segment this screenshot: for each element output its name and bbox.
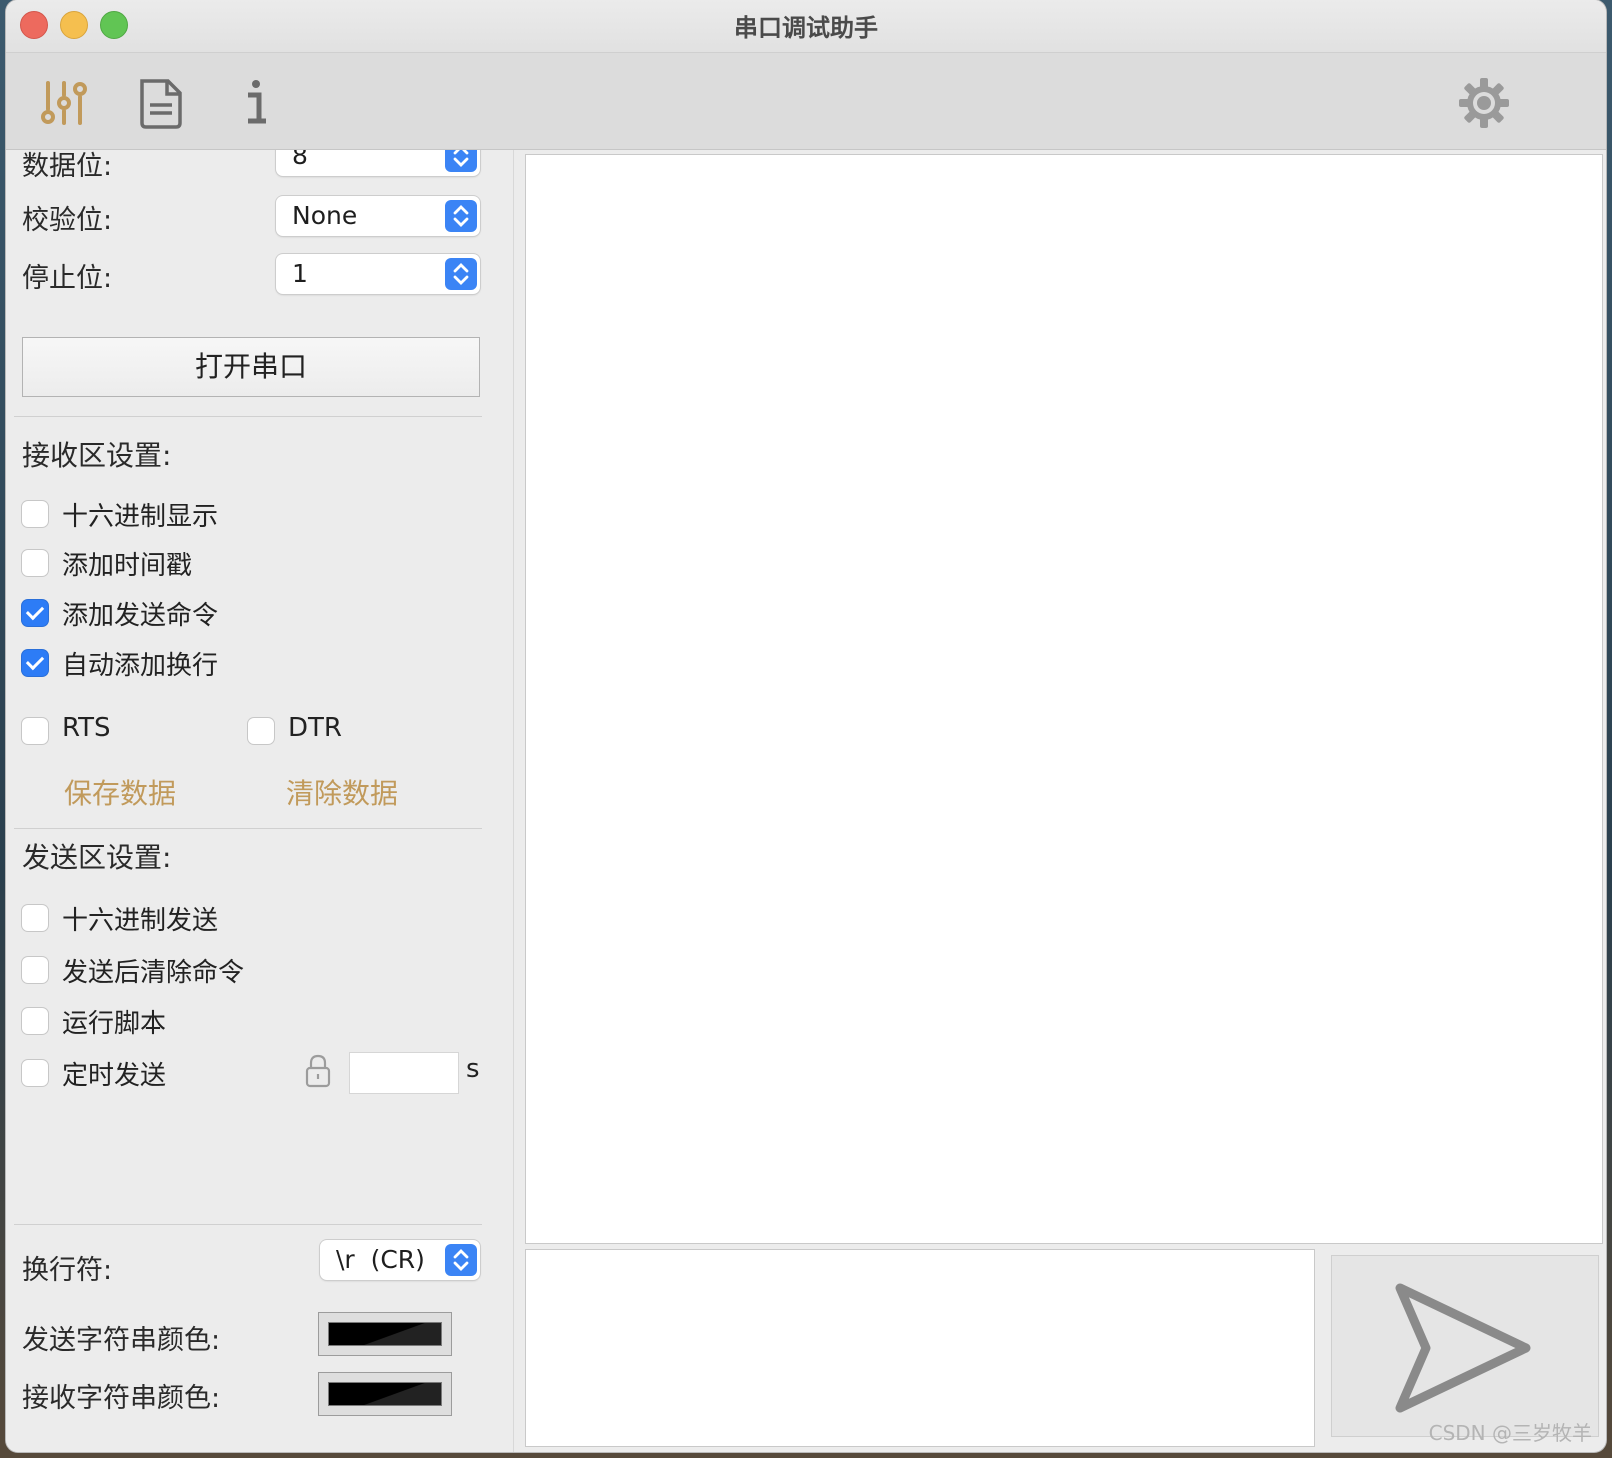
hex-send-checkbox[interactable] bbox=[22, 905, 48, 931]
add-sent-command-label: 添加发送命令 bbox=[62, 601, 219, 631]
stepper-arrows-icon bbox=[445, 200, 477, 232]
clear-after-send-label: 发送后清除命令 bbox=[62, 958, 245, 988]
split-divider[interactable] bbox=[513, 150, 514, 1452]
add-sent-command-checkbox[interactable] bbox=[22, 600, 48, 626]
document-icon[interactable] bbox=[134, 77, 186, 129]
interval-field[interactable] bbox=[350, 1053, 458, 1093]
stepper-arrows-icon bbox=[445, 1244, 477, 1276]
stepper-arrows-icon bbox=[445, 258, 477, 290]
data-bits-label: 数据位: bbox=[22, 151, 113, 182]
auto-newline-checkbox[interactable] bbox=[22, 650, 48, 676]
timestamp-label: 添加时间戳 bbox=[62, 551, 193, 581]
stop-bits-label: 停止位: bbox=[22, 263, 113, 294]
data-bits-value: 8 bbox=[292, 150, 308, 170]
settings-sidebar[interactable]: 数据位: 8 校验位: None 停止位: 1 打开串口 接收区设置: 十六进制… bbox=[6, 150, 518, 1452]
send-color-label: 发送字符串颜色: bbox=[22, 1325, 221, 1356]
clear-data-link[interactable]: 清除数据 bbox=[286, 772, 398, 812]
recv-color-label: 接收字符串颜色: bbox=[22, 1383, 221, 1414]
divider bbox=[14, 1224, 482, 1225]
newline-value: \r (CR) bbox=[336, 1245, 425, 1274]
color-swatch bbox=[328, 1322, 442, 1346]
stop-bits-value: 1 bbox=[292, 259, 308, 288]
parity-select[interactable]: None bbox=[276, 196, 480, 236]
info-icon[interactable] bbox=[230, 77, 282, 129]
hex-display-label: 十六进制显示 bbox=[62, 502, 219, 532]
timed-send-checkbox[interactable] bbox=[22, 1060, 48, 1086]
newline-label: 换行符: bbox=[22, 1255, 113, 1286]
hex-send-label: 十六进制发送 bbox=[62, 906, 219, 936]
timestamp-checkbox[interactable] bbox=[22, 550, 48, 576]
receive-settings-heading: 接收区设置: bbox=[22, 439, 172, 472]
send-arrow-icon bbox=[1395, 1283, 1531, 1413]
recv-color-well[interactable] bbox=[318, 1372, 452, 1416]
stop-bits-select[interactable]: 1 bbox=[276, 254, 480, 294]
parity-label: 校验位: bbox=[22, 205, 113, 236]
parity-value: None bbox=[292, 201, 358, 230]
newline-select[interactable]: \r (CR) bbox=[320, 1240, 480, 1280]
window-title: 串口调试助手 bbox=[734, 14, 878, 42]
send-button[interactable] bbox=[1331, 1255, 1599, 1437]
title-bar: 串口调试助手 bbox=[6, 0, 1606, 53]
toolbar bbox=[6, 53, 1606, 150]
stepper-arrows-icon bbox=[445, 150, 477, 172]
receive-area[interactable] bbox=[525, 154, 1603, 1244]
interval-unit: s bbox=[466, 1054, 480, 1084]
save-data-link[interactable]: 保存数据 bbox=[64, 772, 176, 812]
color-swatch bbox=[328, 1382, 442, 1406]
divider bbox=[14, 416, 482, 417]
send-color-well[interactable] bbox=[318, 1312, 452, 1356]
lock-icon[interactable] bbox=[304, 1053, 332, 1089]
dtr-label: DTR bbox=[288, 713, 342, 743]
watermark: CSDN @三岁牧羊 bbox=[1428, 1421, 1592, 1445]
send-settings-heading: 发送区设置: bbox=[22, 841, 172, 874]
data-bits-select[interactable]: 8 bbox=[276, 150, 480, 176]
dtr-checkbox[interactable] bbox=[248, 718, 274, 744]
rts-checkbox[interactable] bbox=[22, 718, 48, 744]
run-script-label: 运行脚本 bbox=[62, 1009, 167, 1039]
auto-newline-label: 自动添加换行 bbox=[62, 651, 219, 681]
clear-after-send-checkbox[interactable] bbox=[22, 957, 48, 983]
send-input-area[interactable] bbox=[525, 1249, 1315, 1447]
run-script-checkbox[interactable] bbox=[22, 1008, 48, 1034]
rts-label: RTS bbox=[62, 713, 111, 743]
gear-icon[interactable] bbox=[1458, 77, 1510, 129]
sliders-icon[interactable] bbox=[38, 77, 90, 129]
app-window: 串口调试助手 数据位: 8 校验位: None 停止位: 1 打开串口 接收区设… bbox=[6, 0, 1606, 1452]
open-port-button[interactable]: 打开串口 bbox=[22, 337, 480, 397]
divider bbox=[14, 828, 482, 829]
hex-display-checkbox[interactable] bbox=[22, 501, 48, 527]
timed-send-label: 定时发送 bbox=[62, 1061, 167, 1091]
